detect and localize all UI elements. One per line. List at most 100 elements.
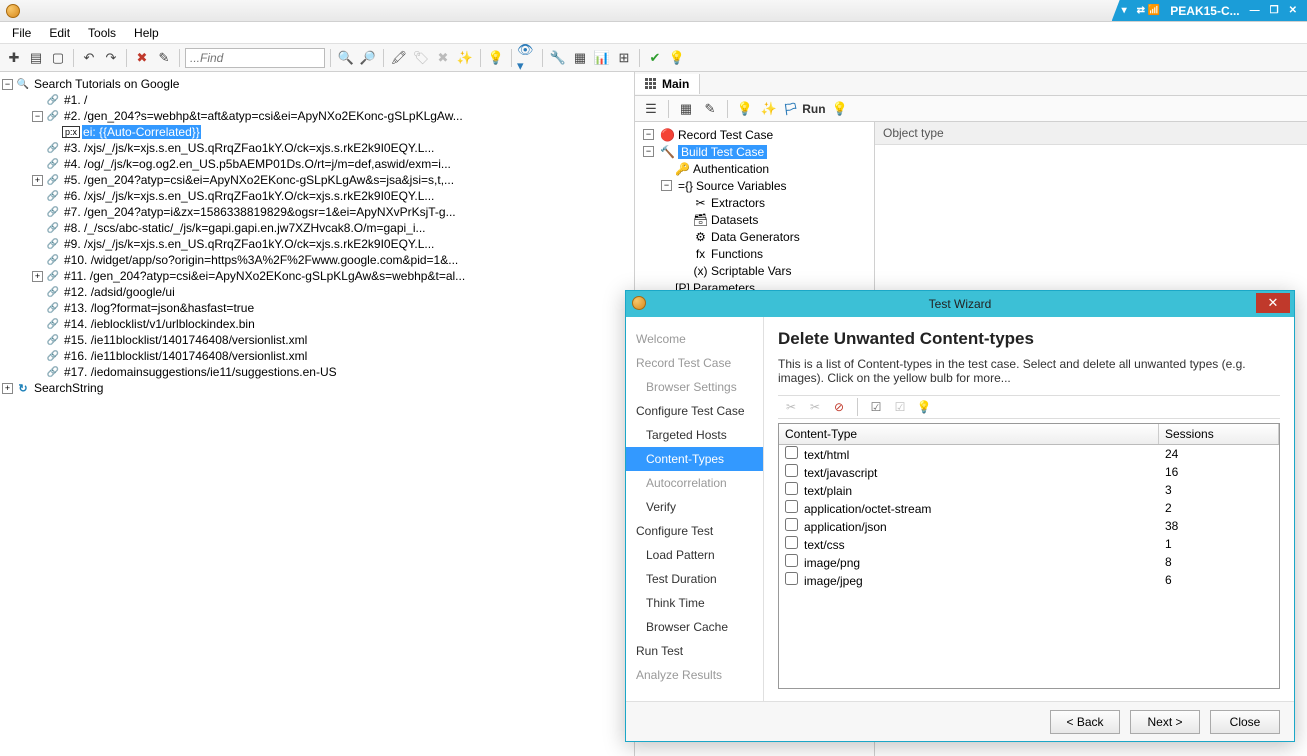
zoom-in-icon[interactable]: 🔍	[336, 48, 356, 68]
expander[interactable]: −	[643, 146, 654, 157]
cut-icon[interactable]: ✖	[132, 48, 152, 68]
row-checkbox[interactable]	[785, 536, 798, 549]
table-row[interactable]: image/jpeg6	[779, 571, 1279, 589]
tree-item[interactable]: Functions	[711, 247, 763, 261]
expander[interactable]: −	[32, 111, 43, 122]
wizard-nav-item[interactable]: Analyze Results	[626, 663, 763, 687]
mark-icon[interactable]: ✖	[433, 48, 453, 68]
wizard-nav-item[interactable]: Content-Types	[626, 447, 763, 471]
highlight-icon[interactable]: 🖍	[389, 48, 409, 68]
close-button[interactable]: Close	[1210, 710, 1280, 734]
wizard-nav-item[interactable]: Verify	[626, 495, 763, 519]
scissors-icon[interactable]: ✂	[806, 400, 824, 414]
expander[interactable]: −	[661, 180, 672, 191]
no-entry-icon[interactable]: ⊘	[830, 400, 848, 414]
wand-icon[interactable]: ✨	[759, 99, 779, 119]
row-checkbox[interactable]	[785, 554, 798, 567]
table-icon[interactable]: ⊞	[614, 48, 634, 68]
tree-item[interactable]: #16. /ie11blocklist/1401746408/versionli…	[63, 349, 308, 363]
wizard-nav-item[interactable]: Run Test	[626, 639, 763, 663]
tools-icon[interactable]: 🔧	[548, 48, 568, 68]
tree-item[interactable]: #2. /gen_204?s=webhp&t=aft&atyp=csi&ei=A…	[63, 109, 464, 123]
edit-icon[interactable]: ✎	[154, 48, 174, 68]
tree-item[interactable]: #12. /adsid/google/ui	[63, 285, 176, 299]
wand-icon[interactable]: ✨	[455, 48, 475, 68]
tree-item[interactable]: #17. /iedomainsuggestions/ie11/suggestio…	[63, 365, 338, 379]
row-checkbox[interactable]	[785, 464, 798, 477]
maximize-icon[interactable]: ❐	[1270, 5, 1279, 16]
close-icon[interactable]: ✕	[1289, 5, 1297, 16]
table-row[interactable]: image/png8	[779, 553, 1279, 571]
tree-item[interactable]: #8. /_/scs/abc-static/_/js/k=gapi.gapi.e…	[63, 221, 427, 235]
tree-item[interactable]: Authentication	[693, 162, 769, 176]
dialog-close-button[interactable]: ✕	[1256, 293, 1290, 313]
col-sessions[interactable]: Sessions	[1159, 424, 1279, 444]
expander[interactable]: +	[32, 271, 43, 282]
table-row[interactable]: text/plain3	[779, 481, 1279, 499]
tree-item[interactable]: Data Generators	[711, 230, 800, 244]
table-row[interactable]: text/javascript16	[779, 463, 1279, 481]
table-icon[interactable]: ▦	[676, 99, 696, 119]
tree-item[interactable]: #5. /gen_204?atyp=csi&ei=ApyNXo2EKonc-gS…	[63, 173, 455, 187]
back-button[interactable]: < Back	[1050, 710, 1120, 734]
tree-item[interactable]: ei: {{Auto-Correlated}}	[82, 125, 201, 139]
tree-item[interactable]: #13. /log?format=json&hasfast=true	[63, 301, 255, 315]
tree-item[interactable]: #10. /widget/app/so?origin=https%3A%2F%2…	[63, 253, 459, 267]
menu-help[interactable]: Help	[126, 23, 167, 43]
dialog-titlebar[interactable]: Test Wizard ✕	[626, 291, 1294, 317]
tree-root[interactable]: Search Tutorials on Google	[33, 77, 180, 91]
expander[interactable]: +	[2, 383, 13, 394]
minimize-icon[interactable]: —	[1250, 5, 1260, 16]
wizard-nav-item[interactable]: Autocorrelation	[626, 471, 763, 495]
new-doc-icon[interactable]: ▢	[48, 48, 68, 68]
cut-icon[interactable]: ✂	[782, 400, 800, 414]
chart-icon[interactable]: 📊	[592, 48, 612, 68]
bulb2-icon[interactable]: 💡	[667, 48, 687, 68]
bulb-icon[interactable]: 💡	[486, 48, 506, 68]
bulb-icon[interactable]: 💡	[915, 400, 933, 414]
check-icon[interactable]: ✔	[645, 48, 665, 68]
menu-edit[interactable]: Edit	[41, 23, 78, 43]
bulb-icon[interactable]: 💡	[735, 99, 755, 119]
tree-item[interactable]: Scriptable Vars	[711, 264, 791, 278]
tree-item[interactable]: Datasets	[711, 213, 758, 227]
system-tab[interactable]: ▾ ⇄ 📶 PEAK15-C... — ❐ ✕	[1112, 0, 1307, 21]
tree-item[interactable]: #11. /gen_204?atyp=csi&ei=ApyNXo2EKonc-g…	[63, 269, 466, 283]
tree-item[interactable]: #7. /gen_204?atyp=i&zx=1586338819829&ogs…	[63, 205, 457, 219]
wizard-nav-item[interactable]: Configure Test Case	[626, 399, 763, 423]
row-checkbox[interactable]	[785, 446, 798, 459]
tree-item[interactable]: #3. /xjs/_/js/k=xjs.s.en_US.qRrqZFao1kY.…	[63, 141, 435, 155]
expander[interactable]: +	[32, 175, 43, 186]
wizard-nav-item[interactable]: Targeted Hosts	[626, 423, 763, 447]
menu-tools[interactable]: Tools	[80, 23, 124, 43]
undo-icon[interactable]: ↶	[79, 48, 99, 68]
bulb3-icon[interactable]: 💡	[830, 99, 850, 119]
row-checkbox[interactable]	[785, 482, 798, 495]
row-checkbox[interactable]	[785, 572, 798, 585]
wizard-nav-item[interactable]: Welcome	[626, 327, 763, 351]
tree-item[interactable]: SearchString	[33, 381, 104, 395]
tree-item[interactable]: #4. /og/_/js/k=og.og2.en_US.p5bAEMP01Ds.…	[63, 157, 452, 171]
tree-item[interactable]: #14. /ieblocklist/v1/urlblockindex.bin	[63, 317, 256, 331]
table-row[interactable]: application/octet-stream2	[779, 499, 1279, 517]
wizard-nav-item[interactable]: Load Pattern	[626, 543, 763, 567]
tree-item[interactable]: #1. /	[63, 93, 88, 107]
redo-icon[interactable]: ↷	[101, 48, 121, 68]
wizard-nav-item[interactable]: Test Duration	[626, 567, 763, 591]
uncheck-all-icon[interactable]: ☑	[891, 400, 909, 414]
wizard-nav-item[interactable]: Think Time	[626, 591, 763, 615]
tab-main[interactable]: Main	[635, 74, 700, 94]
menu-file[interactable]: File	[4, 23, 39, 43]
col-content-type[interactable]: Content-Type	[779, 424, 1159, 444]
folder-icon[interactable]: ▤	[26, 48, 46, 68]
list-icon[interactable]: ☰	[641, 99, 661, 119]
check-all-icon[interactable]: ☑	[867, 400, 885, 414]
tree-item[interactable]: #6. /xjs/_/js/k=xjs.s.en_US.qRrqZFao1kY.…	[63, 189, 435, 203]
wizard-nav-item[interactable]: Configure Test	[626, 519, 763, 543]
tree-item[interactable]: #15. /ie11blocklist/1401746408/versionli…	[63, 333, 308, 347]
next-button[interactable]: Next >	[1130, 710, 1200, 734]
tree-item[interactable]: Extractors	[711, 196, 765, 210]
tree-item[interactable]: Build Test Case	[678, 145, 767, 159]
wizard-nav-item[interactable]: Browser Cache	[626, 615, 763, 639]
wizard-nav-item[interactable]: Browser Settings	[626, 375, 763, 399]
